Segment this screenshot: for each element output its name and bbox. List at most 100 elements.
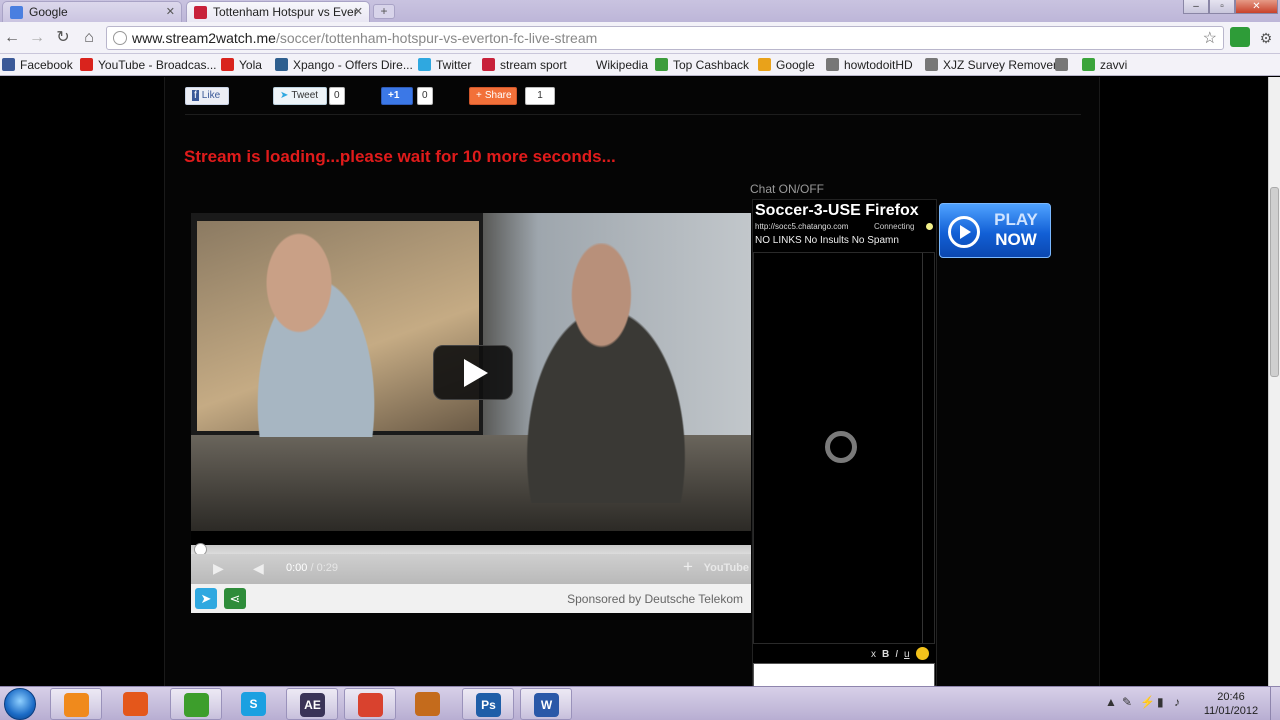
bookmark-item[interactable]: zavvi (1082, 57, 1127, 73)
stream-favicon-icon (194, 6, 207, 19)
volume-icon[interactable]: ◀ (253, 560, 264, 577)
tweet-label: Tweet (291, 90, 319, 101)
minimize-button[interactable]: – (1183, 0, 1209, 14)
web-page: f Like ➤ Tweet 0 +1 0 + Share 1 Stream is l… (0, 77, 1268, 686)
back-arrow-icon[interactable]: ← (2, 28, 22, 48)
share-button[interactable]: + Share (469, 87, 517, 105)
close-icon[interactable]: ✕ (354, 2, 363, 22)
bookmark-item[interactable]: YouTube - Broadcas... (80, 57, 217, 73)
zavvi-icon (1082, 58, 1095, 71)
browser-chrome: Google ✕ Tottenham Hotspur vs Ever ✕ + –… (0, 0, 1280, 76)
bookmark-item[interactable]: XJZ Survey Remover (925, 57, 1057, 73)
bookmark-item[interactable]: Twitter (418, 57, 471, 73)
taskbar-media-player[interactable] (50, 688, 102, 720)
tab-google[interactable]: Google ✕ (2, 1, 182, 22)
chat-url[interactable]: http://socc5.chatango.com (755, 222, 848, 231)
tweet-button[interactable]: ➤ Tweet (273, 87, 327, 105)
loading-spinner-icon (825, 431, 857, 463)
video-player[interactable]: ▶ ◀ 0:00 / 0:29 + YouTube ➤ ⋖ Sponsored … (191, 213, 751, 613)
taskbar-word[interactable]: W (520, 688, 572, 720)
smiley-icon[interactable] (915, 647, 929, 660)
twitter-icon (418, 58, 431, 71)
taskbar-photoshop[interactable]: Ps (462, 688, 514, 720)
share-count: 1 (525, 87, 555, 105)
chat-title: Soccer-3-USE Firefox (755, 202, 919, 219)
chat-toggle[interactable]: Chat ON/OFF (750, 182, 824, 196)
yola-icon (221, 58, 234, 71)
reload-icon[interactable]: ↻ (53, 28, 73, 48)
wrench-menu-icon[interactable]: ⚙ (1256, 28, 1276, 48)
close-window-button[interactable]: ✕ (1235, 0, 1278, 14)
new-tab-button[interactable]: + (373, 4, 395, 19)
twitter-icon[interactable]: ➤ (195, 588, 217, 609)
show-desktop-button[interactable] (1270, 687, 1280, 720)
bold-button[interactable]: B (882, 649, 889, 660)
pin-icon[interactable]: ✎ (1122, 695, 1132, 709)
start-button[interactable] (4, 688, 36, 720)
taskbar-firefox[interactable] (110, 688, 162, 720)
bookmark-item[interactable] (1055, 57, 1073, 73)
video-frame[interactable] (191, 213, 751, 531)
taskbar-winamp[interactable] (402, 688, 454, 720)
bookmark-label: XJZ Survey Remover (943, 58, 1058, 72)
underline-button[interactable]: u (904, 649, 910, 660)
system-clock[interactable]: 20:46 11/01/2012 (1196, 690, 1266, 718)
play-icon[interactable]: ▶ (213, 560, 224, 577)
bookmark-item[interactable]: Facebook (2, 57, 73, 73)
bookmark-label: Google (776, 58, 815, 72)
bookmark-item[interactable]: Yola (221, 57, 262, 73)
add-icon[interactable]: + (683, 557, 693, 577)
like-button[interactable]: f Like (185, 87, 229, 105)
bookmark-item[interactable]: Xpango - Offers Dire... (275, 57, 413, 73)
bookmark-label: Xpango - Offers Dire... (293, 58, 413, 72)
close-icon[interactable]: ✕ (166, 2, 175, 22)
power-icon[interactable]: ⚡ (1140, 695, 1155, 709)
bookmark-label: zavvi (1100, 58, 1128, 72)
clear-format-button[interactable]: x (871, 649, 876, 660)
chat-messages[interactable] (753, 252, 935, 644)
bookmark-item[interactable]: Top Cashback (655, 57, 749, 73)
bookmark-item[interactable]: Google (758, 57, 815, 73)
bookmark-item[interactable]: stream sport (482, 57, 567, 73)
xpango-icon (275, 58, 288, 71)
scrollbar-thumb[interactable] (1270, 187, 1279, 377)
tab-tottenham[interactable]: Tottenham Hotspur vs Ever ✕ (186, 1, 370, 22)
network-icon[interactable]: ▮ (1157, 695, 1164, 709)
video-thumbnail-person (491, 243, 721, 503)
bookmark-star-icon[interactable]: ☆ (1203, 28, 1217, 48)
tweet-count: 0 (329, 87, 345, 105)
seek-bar[interactable] (191, 543, 751, 556)
extension-icon[interactable] (1230, 27, 1250, 47)
play-circle-icon (948, 216, 980, 248)
chat-scrollbar[interactable] (922, 253, 934, 643)
italic-button[interactable]: I (895, 649, 898, 660)
bookmark-label: stream sport (500, 58, 567, 72)
taskbar-after-effects[interactable]: AE (286, 688, 338, 720)
taskbar-chrome[interactable] (344, 688, 396, 720)
url-text[interactable]: www.stream2watch.me/soccer/tottenham-hot… (132, 30, 597, 46)
skype-icon: S (241, 692, 266, 716)
chat-rules: NO LINKS No Insults No Spamn (755, 235, 899, 246)
maximize-button[interactable]: ▫ (1209, 0, 1235, 14)
youtube-logo[interactable]: YouTube (704, 562, 749, 574)
play-now-ad[interactable]: PLAY NOW (939, 203, 1051, 258)
chat-widget: Soccer-3-USE Firefox http://socc5.chatan… (752, 199, 937, 686)
address-bar[interactable]: www.stream2watch.me/soccer/tottenham-hot… (106, 26, 1224, 50)
bookmark-item[interactable]: howtodoitHD (826, 57, 913, 73)
page-info-icon[interactable] (113, 31, 127, 45)
home-icon[interactable]: ⌂ (79, 28, 99, 48)
show-hidden-icons-icon[interactable]: ▲ (1105, 695, 1117, 709)
chat-input[interactable] (753, 663, 935, 686)
bookmark-item[interactable]: Wikipedia (596, 57, 648, 73)
chrome-icon (358, 693, 383, 717)
taskbar-utorrent[interactable] (170, 688, 222, 720)
plusone-count: 0 (417, 87, 433, 105)
volume-icon[interactable]: ♪ (1174, 695, 1180, 709)
forward-arrow-icon[interactable]: → (27, 28, 47, 48)
share-icon[interactable]: ⋖ (224, 588, 246, 609)
taskbar-skype[interactable]: S (228, 688, 280, 720)
video-play-button[interactable] (433, 345, 513, 400)
page-scrollbar[interactable] (1268, 77, 1280, 686)
plusone-button[interactable]: +1 (381, 87, 413, 105)
media-player-icon (64, 693, 89, 717)
